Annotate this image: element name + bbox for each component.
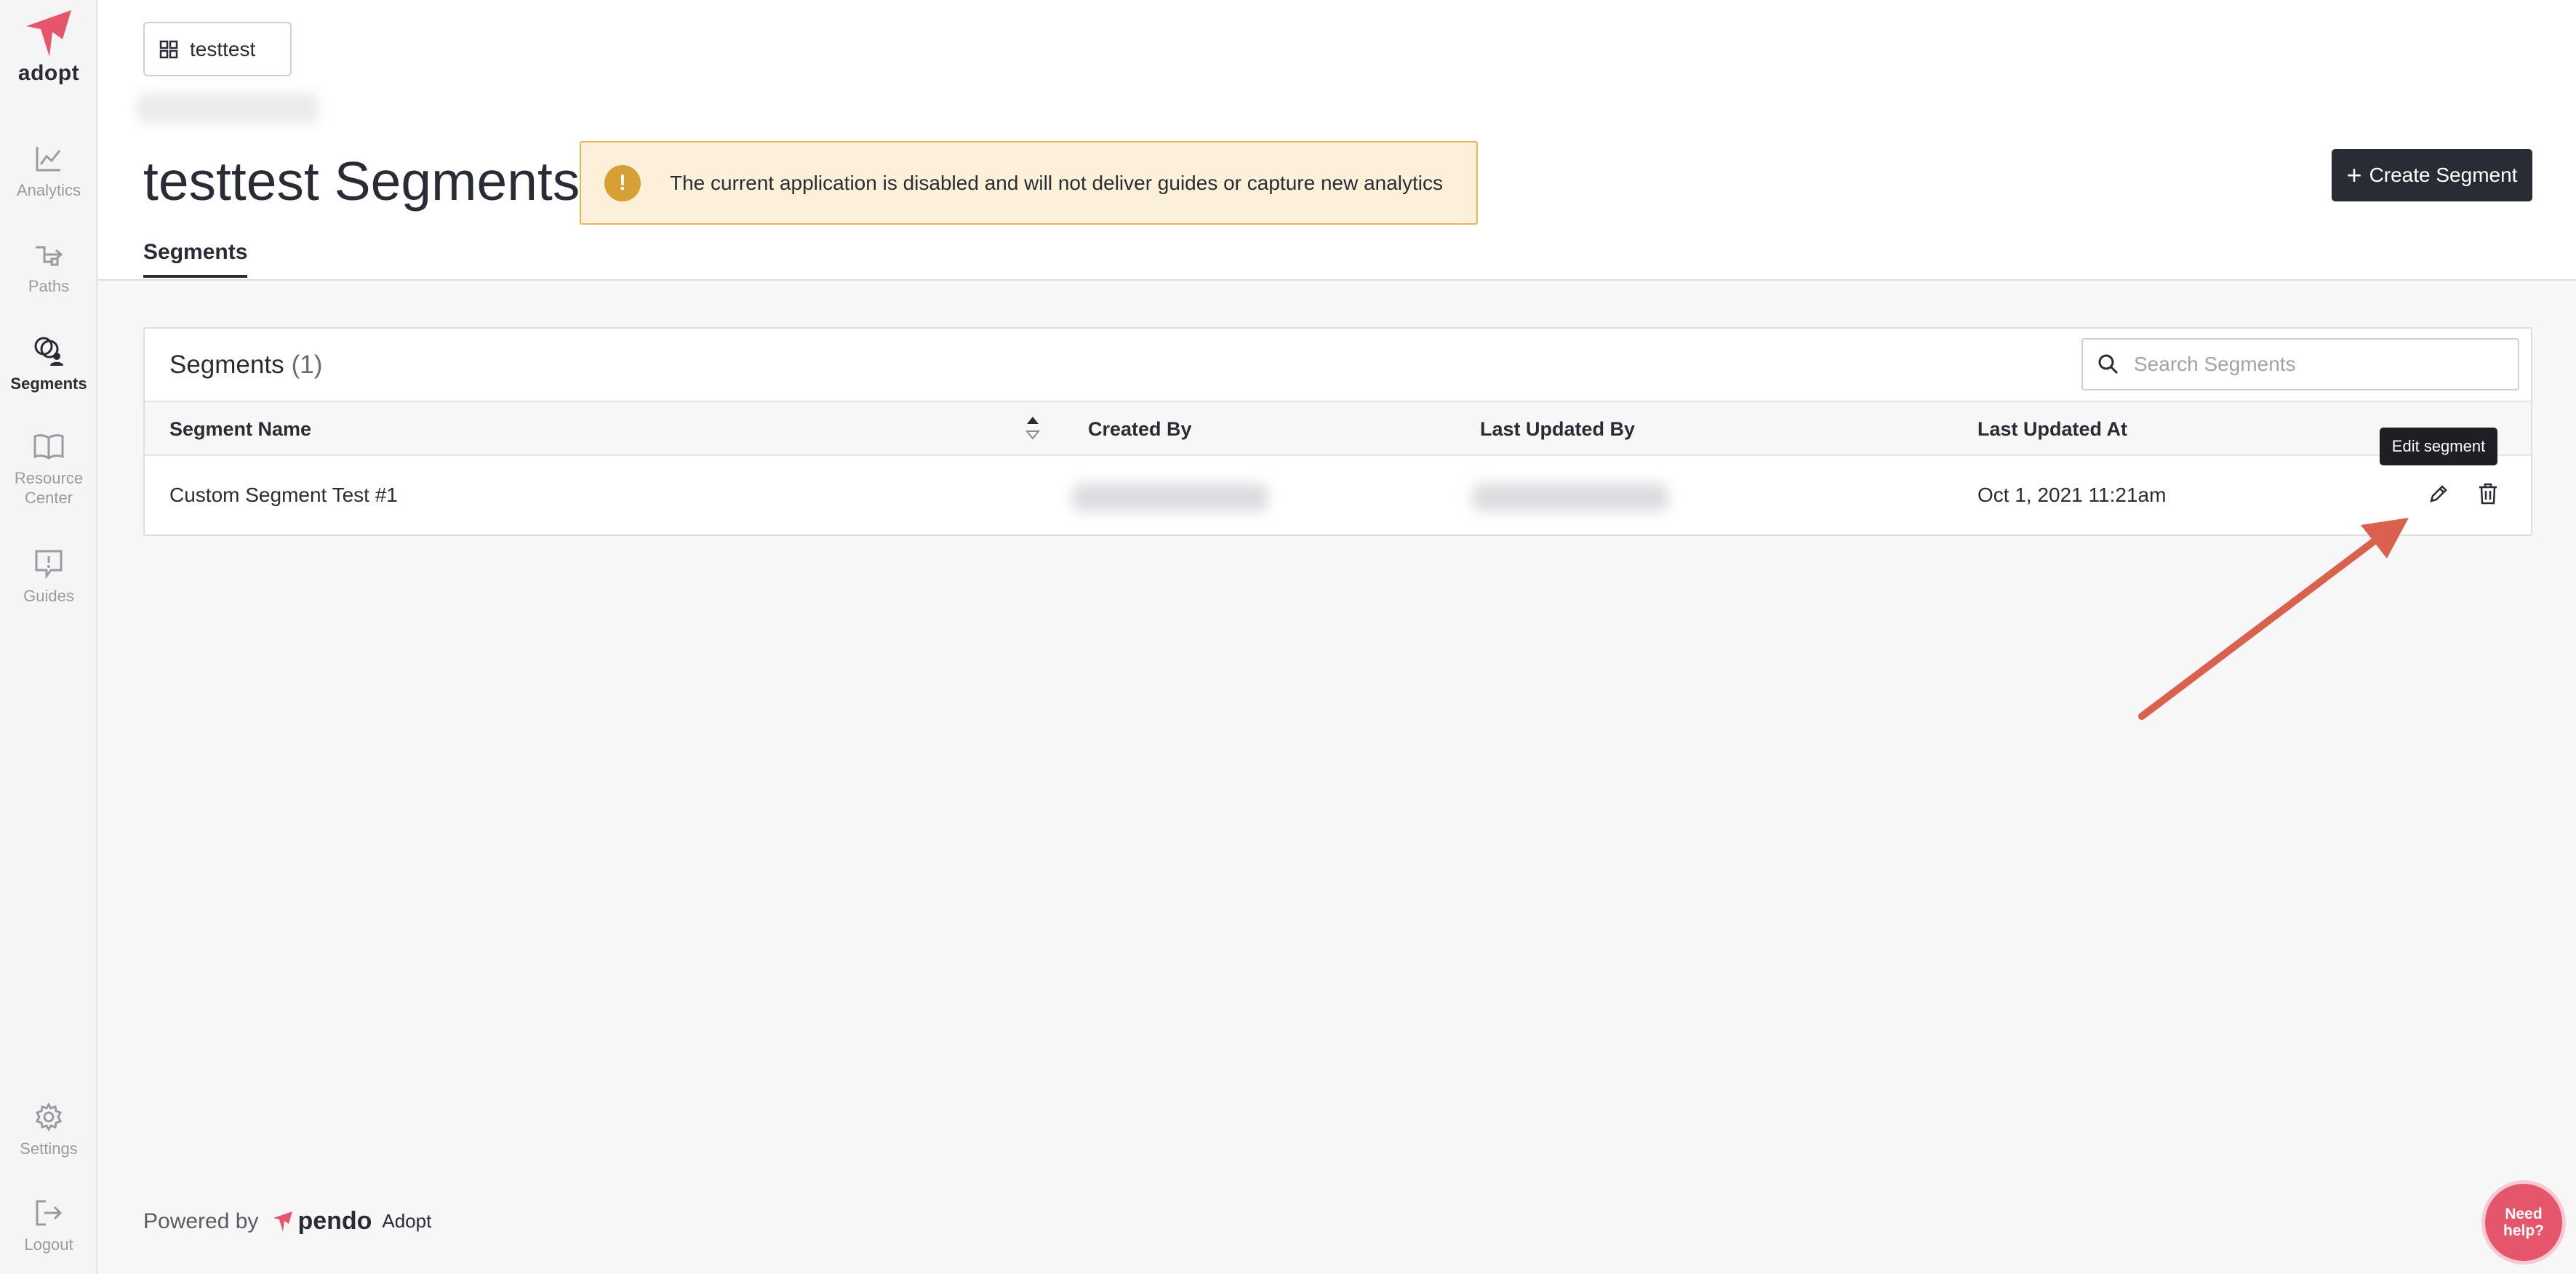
column-header-last-updated-at: Last Updated At — [1977, 418, 2128, 440]
column-header-last-updated-by: Last Updated By — [1480, 418, 1636, 440]
sidebar-item-segments[interactable]: Segments — [0, 336, 97, 393]
pendo-brand-text: pendo — [297, 1207, 372, 1235]
table-title-text: Segments — [169, 350, 284, 379]
logout-icon — [36, 1200, 63, 1226]
guide-icon — [35, 550, 63, 579]
redacted-breadcrumb — [137, 93, 319, 124]
tab-segments[interactable]: Segments — [143, 240, 248, 278]
footer: Powered by pendo Adopt — [143, 1207, 431, 1235]
sidebar-item-label: Settings — [20, 1139, 78, 1158]
column-header-segment-name[interactable]: Segment Name — [169, 418, 311, 441]
table-title: Segments (1) — [169, 350, 322, 380]
product-name: Adopt — [382, 1210, 432, 1232]
sidebar-item-guides[interactable]: Guides — [0, 548, 97, 606]
sidebar-item-label: Logout — [24, 1235, 73, 1254]
column-header-created-by: Created By — [1088, 418, 1192, 440]
segments-icon — [34, 337, 63, 366]
warning-text: The current application is disabled and … — [670, 171, 1444, 194]
pencil-icon — [2430, 485, 2447, 502]
search-input[interactable] — [2134, 353, 2512, 376]
segment-name-cell[interactable]: Custom Segment Test #1 — [169, 484, 398, 507]
sort-icon[interactable] — [1025, 414, 1041, 443]
powered-by-text: Powered by — [143, 1209, 259, 1233]
search-icon — [2098, 354, 2119, 374]
disabled-app-warning: ! The current application is disabled an… — [580, 141, 1478, 225]
segments-table-card: Segments(1) Segment Name Created By Last… — [143, 327, 2532, 536]
create-segment-label: Create Segment — [2369, 164, 2518, 186]
logo-text: adopt — [17, 61, 80, 85]
sidebar-item-settings[interactable]: Settings — [0, 1102, 97, 1158]
edit-segment-button[interactable] — [2421, 476, 2456, 511]
need-help-button[interactable]: Need help? — [2481, 1180, 2566, 1265]
sidebar: adopt Analytics Paths Segments Resource … — [0, 0, 97, 1274]
created-by-cell — [1072, 484, 1268, 511]
page-header — [98, 0, 2576, 281]
adopt-logo-icon — [26, 10, 71, 57]
search-box[interactable] — [2081, 338, 2519, 390]
book-icon — [33, 434, 64, 460]
sidebar-item-analytics[interactable]: Analytics — [0, 144, 97, 200]
last-updated-at-cell: Oct 1, 2021 11:21am — [1977, 484, 2167, 506]
app-selector[interactable]: testtest — [143, 22, 292, 76]
segment-count: (1) — [291, 350, 323, 379]
trash-icon — [2479, 483, 2497, 505]
sidebar-item-label: Resource Center — [14, 469, 84, 507]
last-updated-by-cell — [1472, 484, 1668, 511]
sidebar-item-label: Guides — [23, 587, 74, 605]
edit-segment-tooltip: Edit segment — [2380, 428, 2497, 465]
delete-segment-button[interactable] — [2471, 476, 2505, 511]
plus-icon: + — [2346, 160, 2362, 190]
grid-icon — [159, 40, 178, 58]
sidebar-item-paths[interactable]: Paths — [0, 240, 97, 296]
pendo-logo-icon — [273, 1211, 293, 1232]
table-row[interactable]: Custom Segment Test #1 Oct 1, 2021 11:21… — [145, 456, 2531, 536]
sidebar-item-label: Segments — [10, 374, 87, 393]
table-header: Segment Name Created By Last Updated By … — [145, 401, 2531, 456]
create-segment-button[interactable]: + Create Segment — [2332, 149, 2532, 201]
line-chart-icon — [36, 147, 61, 172]
sidebar-item-label: Paths — [28, 277, 70, 295]
page-title: testtest Segments — [143, 151, 580, 212]
app-selector-label: testtest — [190, 37, 256, 60]
sidebar-item-logout[interactable]: Logout — [0, 1198, 97, 1254]
sidebar-item-resource-center[interactable]: Resource Center — [0, 432, 97, 508]
gear-icon — [35, 1102, 63, 1131]
adopt-logo[interactable]: adopt — [0, 10, 97, 86]
paths-icon — [36, 246, 63, 266]
sidebar-item-label: Analytics — [16, 181, 81, 199]
warning-icon: ! — [604, 164, 641, 201]
pendo-logo: pendo — [273, 1207, 372, 1235]
